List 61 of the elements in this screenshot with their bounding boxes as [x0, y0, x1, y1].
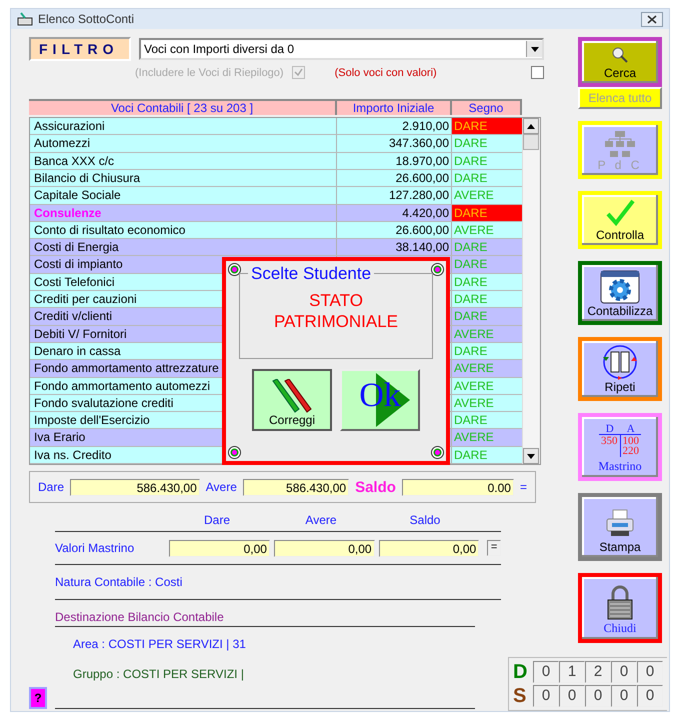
column-header: Dare — [202, 513, 231, 527]
table-cell-text: AVERE — [453, 222, 495, 238]
filter-label: FILTRO — [29, 37, 131, 62]
table-cell-text: AVERE — [453, 394, 495, 412]
option-label: (Includere le Voci di Riepilogo) — [135, 66, 284, 79]
counter-digit: 2 — [585, 661, 611, 683]
total-label: Dare — [38, 480, 64, 494]
table-cell-text: DARE — [453, 308, 488, 325]
total-label: Avere — [206, 480, 237, 494]
table-cell-text: DARE — [453, 170, 488, 186]
ledger-field: 0,00 — [169, 540, 270, 556]
ledger-label: Valori Mastrino — [55, 541, 136, 555]
counter-digit: 0 — [533, 661, 559, 683]
counter-digit: 0 — [611, 661, 637, 683]
destination-title: Destinazione Bilancio Contabile — [55, 610, 224, 624]
counter-digit: 0 — [533, 685, 559, 707]
table-cell: DARE — [452, 204, 522, 221]
table-cell-text: AVERE — [453, 429, 495, 446]
table-cell: 127.280,00 — [337, 187, 452, 204]
table-cell: 26.600,00 — [337, 170, 452, 186]
column-header: Saldo — [408, 513, 442, 527]
table-cell-text: AVERE — [453, 187, 495, 204]
table-cell: 26.600,00 — [337, 222, 452, 238]
counter-digit: 1 — [559, 661, 585, 683]
window-title: Elenco SottoConti — [38, 12, 136, 26]
counter-label: D — [513, 661, 528, 683]
table-cell: 18.970,00 — [337, 152, 452, 169]
table-cell-text: DARE — [453, 291, 488, 308]
total-field: 586.430,00 — [242, 478, 350, 496]
option-label: (Solo voci con valori) — [334, 66, 437, 79]
equals-sign: = — [520, 480, 527, 494]
table-cell-text: DARE — [453, 342, 488, 360]
counter-digit: 0 — [559, 685, 585, 707]
counter-label: S — [513, 685, 528, 707]
table-cell-text: DARE — [453, 239, 488, 256]
table-cell-text: DARE — [453, 135, 488, 152]
table-cell-text: AVERE — [453, 360, 495, 377]
table-cell-text: DARE — [453, 274, 488, 290]
counter-digit: 0 — [637, 685, 663, 707]
table-cell: 38.140,00 — [337, 239, 452, 256]
table-cell-text: AVERE — [453, 326, 495, 342]
nature-text: Natura Contabile : Costi — [55, 575, 182, 589]
total-label: Saldo — [355, 478, 396, 496]
table-cell: DARE — [452, 118, 522, 134]
table-cell-text: AVERE — [453, 378, 495, 394]
equals-sign: = — [487, 540, 501, 556]
ledger-field: 0,00 — [274, 540, 375, 556]
table-cell: 347.360,00 — [337, 135, 452, 152]
total-field: 586.430,00 — [70, 478, 200, 496]
area-text: Area : COSTI PER SERVIZI | 31 — [73, 637, 246, 651]
counter-digit: 0 — [585, 685, 611, 707]
table-cell-text: DARE — [453, 412, 488, 428]
column-header: Avere — [304, 513, 338, 527]
table-cell-text: DARE — [453, 256, 488, 273]
counter-digit: 0 — [611, 685, 637, 707]
table-cell-text: DARE — [453, 152, 488, 169]
table-cell-text: DARE — [453, 446, 488, 463]
group-text: Gruppo : COSTI PER SERVIZI | — [73, 667, 244, 681]
ledger-field: 0,00 — [378, 540, 480, 556]
total-field: 0.00 — [402, 478, 514, 496]
counter-digit: 0 — [637, 661, 663, 683]
